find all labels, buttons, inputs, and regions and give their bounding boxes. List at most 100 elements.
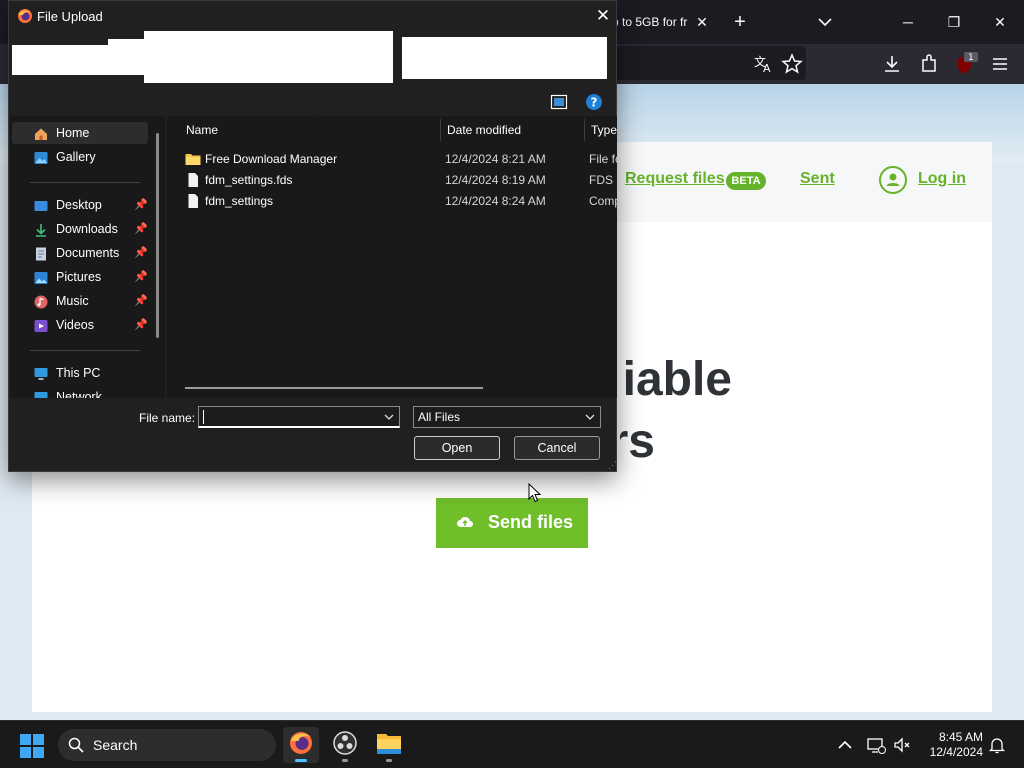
- system-clock[interactable]: 8:45 AM 12/4/2024: [915, 730, 983, 760]
- redacted-region: [12, 45, 108, 75]
- translate-icon[interactable]: 文A: [752, 52, 776, 76]
- nav-item-videos[interactable]: Videos 📌: [12, 314, 148, 336]
- nav-item-network[interactable]: Network: [12, 386, 148, 398]
- search-icon: [68, 737, 84, 758]
- hero-heading-line2: rs: [620, 415, 655, 468]
- login-link[interactable]: Log in: [918, 170, 966, 188]
- file-row[interactable]: fdm_settings.fds 12/4/2024 8:19 AM FDS F: [177, 170, 617, 190]
- videos-icon: [34, 318, 48, 332]
- nav-item-gallery[interactable]: Gallery: [12, 146, 148, 168]
- nav-item-this-pc[interactable]: This PC: [12, 362, 148, 384]
- nav-pane-scrollbar[interactable]: [156, 133, 159, 338]
- send-files-label: Send files: [488, 512, 574, 532]
- downloads-icon[interactable]: [880, 52, 904, 76]
- nav-item-documents[interactable]: Documents 📌: [12, 242, 148, 264]
- download-icon: [34, 222, 48, 237]
- mouse-pointer-icon: [528, 482, 542, 503]
- pin-icon: 📌: [134, 247, 148, 259]
- address-bar[interactable]: [610, 46, 806, 80]
- column-divider[interactable]: [440, 119, 441, 141]
- extensions-icon[interactable]: [917, 52, 941, 76]
- documents-icon: [34, 246, 48, 261]
- preview-pane-icon[interactable]: [550, 93, 568, 111]
- notification-bell-icon[interactable]: [987, 735, 1007, 755]
- volume-muted-icon[interactable]: [892, 735, 912, 755]
- column-header-date[interactable]: Date modified: [447, 123, 521, 137]
- chevron-up-icon[interactable]: [835, 735, 855, 755]
- clock-time: 8:45 AM: [938, 730, 983, 744]
- list-all-tabs-icon[interactable]: [815, 10, 835, 34]
- nav-item-desktop[interactable]: Desktop 📌: [12, 194, 148, 216]
- resize-grip-icon[interactable]: ⋰: [608, 460, 617, 471]
- dialog-footer: File name: All Files Open Cancel ⋰: [10, 398, 617, 471]
- dialog-close-button[interactable]: ✕: [592, 5, 614, 27]
- window-minimize-button[interactable]: ─: [888, 8, 928, 36]
- open-button[interactable]: Open: [414, 436, 500, 460]
- file-row[interactable]: fdm_settings 12/4/2024 8:24 AM Comp: [177, 191, 617, 211]
- menu-hamburger-icon[interactable]: [988, 52, 1012, 76]
- help-icon[interactable]: ?: [585, 93, 603, 111]
- ublock-origin-icon[interactable]: 1: [952, 52, 978, 76]
- column-header-type[interactable]: Type: [591, 123, 617, 137]
- redacted-region: [108, 39, 144, 75]
- chevron-down-icon[interactable]: [383, 410, 395, 429]
- cancel-button[interactable]: Cancel: [514, 436, 600, 460]
- sort-ascending-icon: ⌃: [313, 116, 322, 124]
- gallery-icon: [34, 150, 48, 164]
- chevron-down-icon: [584, 410, 596, 430]
- file-name-label: File name:: [139, 411, 196, 425]
- file-upload-dialog: File Upload ✕ ? Home Gallery Desktop 📌 D…: [8, 0, 617, 472]
- pin-icon: 📌: [134, 223, 148, 235]
- nav-item-downloads[interactable]: Downloads 📌: [12, 218, 148, 240]
- music-icon: [34, 294, 48, 309]
- svg-text:A: A: [763, 62, 771, 75]
- firefox-icon: [17, 8, 33, 29]
- file-row[interactable]: Free Download Manager 12/4/2024 8:21 AM …: [177, 149, 617, 169]
- file-type-select[interactable]: All Files: [413, 406, 601, 428]
- nav-separator: [30, 182, 140, 183]
- taskbar-app-obs[interactable]: [327, 727, 363, 763]
- taskbar-app-file-explorer[interactable]: [371, 727, 407, 763]
- desktop-icon: [34, 198, 48, 212]
- taskbar: Search 8:45 AM 12/4/2024: [0, 720, 1024, 768]
- file-list-horizontal-scrollbar[interactable]: [185, 387, 483, 389]
- address-bar-redacted[interactable]: [144, 31, 393, 83]
- request-files-link[interactable]: Request files: [625, 170, 725, 188]
- pin-icon: 📌: [134, 199, 148, 211]
- navigation-pane[interactable]: Home Gallery Desktop 📌 Downloads 📌 Docum…: [10, 116, 165, 398]
- beta-badge: BETA: [726, 172, 766, 190]
- column-divider[interactable]: [584, 119, 585, 141]
- home-icon: [34, 126, 48, 140]
- pictures-icon: [34, 270, 48, 284]
- window-close-button[interactable]: ✕: [980, 8, 1020, 36]
- cloud-upload-icon: [456, 514, 474, 535]
- nav-item-pictures[interactable]: Pictures 📌: [12, 266, 148, 288]
- dialog-title: File Upload: [37, 9, 103, 24]
- windows-start-icon[interactable]: [20, 734, 44, 763]
- window-restore-button[interactable]: ❐: [934, 8, 974, 36]
- nav-item-home[interactable]: Home: [12, 122, 148, 144]
- column-header-name[interactable]: Name: [186, 123, 218, 137]
- search-placeholder: Search: [93, 737, 138, 753]
- tab-close-icon[interactable]: ✕: [692, 10, 712, 34]
- sent-link[interactable]: Sent: [800, 170, 835, 188]
- send-files-button[interactable]: Send files: [436, 498, 588, 548]
- running-app-indicator: [386, 759, 392, 762]
- file-icon: [185, 194, 201, 208]
- pin-icon: 📌: [134, 271, 148, 283]
- file-name-input[interactable]: [198, 406, 400, 428]
- taskbar-app-firefox[interactable]: [283, 727, 319, 763]
- running-app-indicator: [342, 759, 348, 762]
- file-list[interactable]: ⌃ Name Date modified Type Free Download …: [167, 116, 617, 398]
- bookmark-star-icon[interactable]: [780, 52, 804, 76]
- svg-text:1: 1: [968, 53, 974, 63]
- network-status-icon[interactable]: [866, 735, 886, 755]
- folder-icon: [185, 152, 201, 166]
- taskbar-search-box[interactable]: Search: [58, 729, 276, 761]
- nav-item-music[interactable]: Music 📌: [12, 290, 148, 312]
- active-app-indicator: [295, 759, 307, 762]
- search-box-redacted[interactable]: [402, 37, 607, 79]
- new-tab-button[interactable]: +: [730, 10, 750, 34]
- user-icon[interactable]: [879, 166, 907, 194]
- pin-icon: 📌: [134, 319, 148, 331]
